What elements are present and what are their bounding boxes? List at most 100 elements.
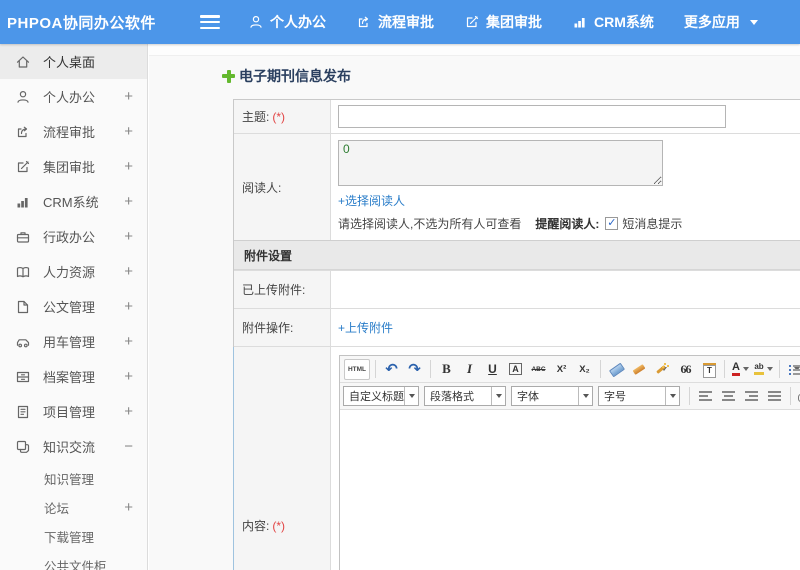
link-icon[interactable] xyxy=(796,386,800,407)
highlight-icon[interactable] xyxy=(753,359,774,380)
expand-icon[interactable]: + xyxy=(124,403,133,420)
content-top-strip xyxy=(149,44,800,56)
page-title: 电子期刊信息发布 xyxy=(222,66,800,86)
topnav-item[interactable]: 集团审批 xyxy=(464,12,542,32)
page-title-text: 电子期刊信息发布 xyxy=(239,68,351,84)
align-center-icon[interactable] xyxy=(718,386,739,407)
sidebar-item-CRM系统[interactable]: CRM系统 + xyxy=(0,184,147,219)
expand-icon[interactable]: + xyxy=(124,228,133,245)
expand-icon[interactable]: + xyxy=(124,193,133,210)
sidebar-item-人力资源[interactable]: 人力资源 + xyxy=(0,254,147,289)
attachment-section-header: 附件设置 xyxy=(234,240,800,270)
editor-toolbar-row1: HTML xyxy=(340,356,800,383)
toolbar-separator xyxy=(430,360,431,378)
remind-readers-label: 提醒阅读人: xyxy=(535,217,600,231)
process-icon xyxy=(356,14,372,30)
sidebar-item-流程审批[interactable]: 流程审批 + xyxy=(0,114,147,149)
publish-form: 主题: (*) 阅读人: 0 +选择阅读人 请选择阅读人,不选为所有人可查看 提… xyxy=(233,99,800,570)
sidebar-item-行政办公[interactable]: 行政办公 + xyxy=(0,219,147,254)
paste-icon[interactable] xyxy=(698,359,719,380)
html-icon[interactable]: HTML xyxy=(344,358,370,380)
italic-icon[interactable] xyxy=(459,359,480,380)
align-justify-icon[interactable] xyxy=(764,386,785,407)
home-icon xyxy=(15,54,31,70)
green-plus-icon xyxy=(222,69,235,83)
required-mark: (*) xyxy=(272,518,286,533)
sidebar-item-label: 下载管理 xyxy=(44,531,95,545)
topnav-item[interactable]: CRM系统 xyxy=(572,12,654,32)
ordered-list-icon[interactable] xyxy=(785,359,800,380)
expand-icon[interactable]: + xyxy=(124,298,133,315)
expand-icon[interactable]: + xyxy=(124,333,133,350)
align-right-icon[interactable] xyxy=(741,386,762,407)
expand-icon[interactable]: + xyxy=(124,88,133,105)
underline-icon[interactable] xyxy=(482,359,503,380)
dropdown-caret-icon xyxy=(742,367,749,371)
sidebar-item-集团审批[interactable]: 集团审批 + xyxy=(0,149,147,184)
chart-icon xyxy=(15,194,31,210)
eraser-icon[interactable] xyxy=(606,359,627,380)
required-mark: (*) xyxy=(272,109,286,124)
sidebar-item-公共文件柜[interactable]: 公共文件柜 xyxy=(0,551,147,570)
sidebar-item-项目管理[interactable]: 项目管理 + xyxy=(0,394,147,429)
content-row: 内容: (*) HTML 自定义标题 段落格式 字体 字号 xyxy=(233,346,800,570)
sidebar-item-用车管理[interactable]: 用车管理 + xyxy=(0,324,147,359)
editor-select-字号[interactable]: 字号 xyxy=(598,386,680,406)
choose-readers-link[interactable]: +选择阅读人 xyxy=(338,192,405,209)
sidebar-item-个人桌面[interactable]: 个人桌面 xyxy=(0,44,147,79)
uploaded-attachments-row: 已上传附件: xyxy=(234,270,800,308)
collapse-icon[interactable]: − xyxy=(124,438,133,455)
undo-icon[interactable] xyxy=(381,359,402,380)
sms-checkbox[interactable] xyxy=(605,217,619,230)
sidebar-item-档案管理[interactable]: 档案管理 + xyxy=(0,359,147,394)
expand-icon[interactable]: + xyxy=(124,368,133,385)
editor-select-自定义标题[interactable]: 自定义标题 xyxy=(343,386,419,406)
format-brush-icon[interactable] xyxy=(629,359,650,380)
chat-icon xyxy=(15,439,31,455)
readers-textarea[interactable]: 0 xyxy=(338,140,663,186)
select-caret-icon xyxy=(491,387,505,405)
topbar: PHPOA协同办公软件 个人办公 流程审批 集团审批 CRM系统 更多应用 xyxy=(0,0,800,44)
topnav-item[interactable]: 个人办公 xyxy=(248,12,326,32)
font-box-icon[interactable] xyxy=(505,359,526,380)
user-icon xyxy=(15,89,31,105)
align-left-icon[interactable] xyxy=(695,386,716,407)
subject-input[interactable] xyxy=(338,105,726,128)
attachment-action-label: 附件操作: xyxy=(234,309,331,346)
blockquote-icon[interactable] xyxy=(675,359,696,380)
sidebar-item-论坛[interactable]: 论坛 + xyxy=(0,493,147,522)
topnav-item[interactable]: 更多应用 xyxy=(684,12,758,32)
sidebar-item-label: CRM系统 xyxy=(43,195,99,210)
font-color-icon[interactable] xyxy=(730,359,751,380)
sidebar-item-知识交流[interactable]: 知识交流 − xyxy=(0,429,147,464)
readers-hint: 请选择阅读人,不选为所有人可查看 xyxy=(338,217,522,231)
superscript-icon[interactable] xyxy=(551,359,572,380)
topnav-label: CRM系统 xyxy=(594,14,654,30)
bold-icon[interactable] xyxy=(436,359,457,380)
rich-text-editor: HTML 自定义标题 段落格式 字体 字号 xyxy=(339,355,800,570)
expand-icon[interactable]: + xyxy=(124,123,133,140)
sidebar-item-下载管理[interactable]: 下载管理 xyxy=(0,522,147,551)
subscript-icon[interactable] xyxy=(574,359,595,380)
sidebar: 个人桌面 个人办公 + 流程审批 + 集团审批 + CRM系统 + 行政办公 + 人力资源 + 公文管理 +… xyxy=(0,44,148,570)
topnav-item[interactable]: 流程审批 xyxy=(356,12,434,32)
magic-wand-icon[interactable] xyxy=(652,359,673,380)
editor-content-area[interactable] xyxy=(340,410,800,570)
topnav-label: 流程审批 xyxy=(378,14,434,30)
sidebar-item-公文管理[interactable]: 公文管理 + xyxy=(0,289,147,324)
upload-attachment-link[interactable]: +上传附件 xyxy=(338,319,393,336)
editor-select-段落格式[interactable]: 段落格式 xyxy=(424,386,506,406)
expand-icon[interactable]: + xyxy=(124,263,133,280)
expand-icon[interactable]: + xyxy=(124,499,133,516)
editor-select-字体[interactable]: 字体 xyxy=(511,386,593,406)
sidebar-item-个人办公[interactable]: 个人办公 + xyxy=(0,79,147,114)
expand-icon[interactable]: + xyxy=(124,158,133,175)
caret-down-icon xyxy=(749,19,758,25)
redo-icon[interactable] xyxy=(404,359,425,380)
topnav-label: 更多应用 xyxy=(683,14,740,30)
toolbar-separator xyxy=(689,387,690,405)
sidebar-item-知识管理[interactable]: 知识管理 xyxy=(0,464,147,493)
hamburger-icon[interactable] xyxy=(200,15,220,29)
edit-icon xyxy=(15,159,31,175)
strikethrough-icon[interactable] xyxy=(528,359,549,380)
